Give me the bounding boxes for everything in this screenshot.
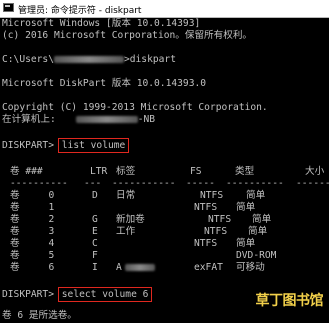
- diskpart-prompt: DISKPART>: [2, 289, 60, 300]
- command-prompt-icon: [3, 3, 14, 12]
- title-bar[interactable]: 管理员: 命令提示符 - diskpart: [0, 0, 329, 18]
- row-fs: NTFS: [200, 190, 224, 201]
- list-volume-command: list volume: [57, 138, 130, 153]
- row-type: 简单: [252, 214, 272, 225]
- row-ltr: G: [92, 214, 98, 225]
- console-line-diskpart-version: Microsoft DiskPart 版本 10.0.14393.0: [2, 78, 207, 89]
- row-type: 简单: [248, 226, 268, 237]
- row-label: 工作: [116, 226, 136, 237]
- row-volume: 卷 5: [10, 250, 55, 261]
- row-label: A: [116, 262, 155, 274]
- redacted-username: [53, 55, 124, 63]
- row-volume: 卷 6: [10, 262, 55, 273]
- col-header-label: 标签: [116, 166, 136, 177]
- row-ltr: I: [92, 262, 98, 273]
- row-label-text: A: [116, 262, 122, 273]
- row-type: 简单: [246, 190, 266, 201]
- row-label: 日常: [116, 190, 136, 201]
- window-title: 管理员: 命令提示符 - diskpart: [18, 6, 142, 16]
- console-line-diskpart-copyright: Copyright (C) 1999-2013 Microsoft Corpor…: [2, 102, 268, 113]
- row-type: 简单: [236, 202, 256, 213]
- watermark-text: 草丁图书馆: [255, 293, 324, 309]
- separator-type: ----------: [226, 178, 284, 189]
- redacted-label: [124, 263, 155, 271]
- row-ltr: E: [92, 226, 98, 237]
- console-line-computer: 在计算机上: -NB: [2, 114, 155, 126]
- console-line-user-prompt: C:\Users\ >diskpart: [2, 54, 176, 66]
- select-volume-command: select volume 6: [57, 287, 153, 302]
- diskpart-prompt: DISKPART>: [2, 140, 60, 151]
- row-ltr: D: [92, 190, 98, 201]
- separator-size: -------: [296, 178, 329, 189]
- console-output[interactable]: Microsoft Windows [版本 10.0.14393] (c) 20…: [0, 18, 329, 323]
- row-volume: 卷 1: [10, 202, 55, 213]
- row-volume: 卷 0: [10, 190, 55, 201]
- console-window: 管理员: 命令提示符 - diskpart Microsoft Windows …: [0, 0, 329, 323]
- col-header-fs: FS: [190, 166, 202, 177]
- row-type: 简单: [236, 238, 256, 249]
- row-type: DVD-ROM: [236, 250, 277, 261]
- row-type: 可移动: [236, 262, 265, 273]
- col-header-type: 类型: [235, 166, 255, 177]
- row-volume: 卷 2: [10, 214, 55, 225]
- row-ltr: C: [92, 238, 98, 249]
- console-line-select-volume: DISKPART> select volume 6: [2, 287, 153, 302]
- row-fs: NTFS: [204, 226, 228, 237]
- computer-label: 在计算机上:: [2, 114, 56, 125]
- row-fs: NTFS: [194, 238, 218, 249]
- row-volume: 卷 4: [10, 238, 55, 249]
- watermark-logo: 草丁图书馆: [253, 287, 324, 313]
- user-path-label: C:\Users\: [2, 54, 54, 65]
- col-header-ltr: LTR: [90, 166, 108, 177]
- col-header-size: 大小: [305, 166, 325, 177]
- console-line-copyright-os: (c) 2016 Microsoft Corporation。保留所有权利。: [2, 30, 253, 41]
- separator-label: -----------: [112, 178, 176, 189]
- row-volume: 卷 3: [10, 226, 55, 237]
- row-fs: NTFS: [208, 214, 232, 225]
- row-label: 新加卷: [116, 214, 145, 225]
- separator-ltr: ---: [84, 178, 102, 189]
- row-fs: exFAT: [194, 262, 223, 273]
- console-line-result: 卷 6 是所选卷。: [2, 310, 77, 321]
- computer-name-suffix: -NB: [137, 114, 156, 125]
- col-header-volume: 卷 ###: [10, 166, 43, 177]
- row-fs: NTFS: [194, 202, 218, 213]
- separator-fs: -----: [186, 178, 215, 189]
- separator-volume: ----------: [10, 178, 68, 189]
- diskpart-command-echo: >diskpart: [123, 54, 176, 65]
- redacted-computer-name: [75, 115, 138, 123]
- console-line-version: Microsoft Windows [版本 10.0.14393]: [2, 18, 201, 29]
- row-ltr: F: [92, 250, 98, 261]
- console-line-list-volume: DISKPART> list volume: [2, 138, 130, 153]
